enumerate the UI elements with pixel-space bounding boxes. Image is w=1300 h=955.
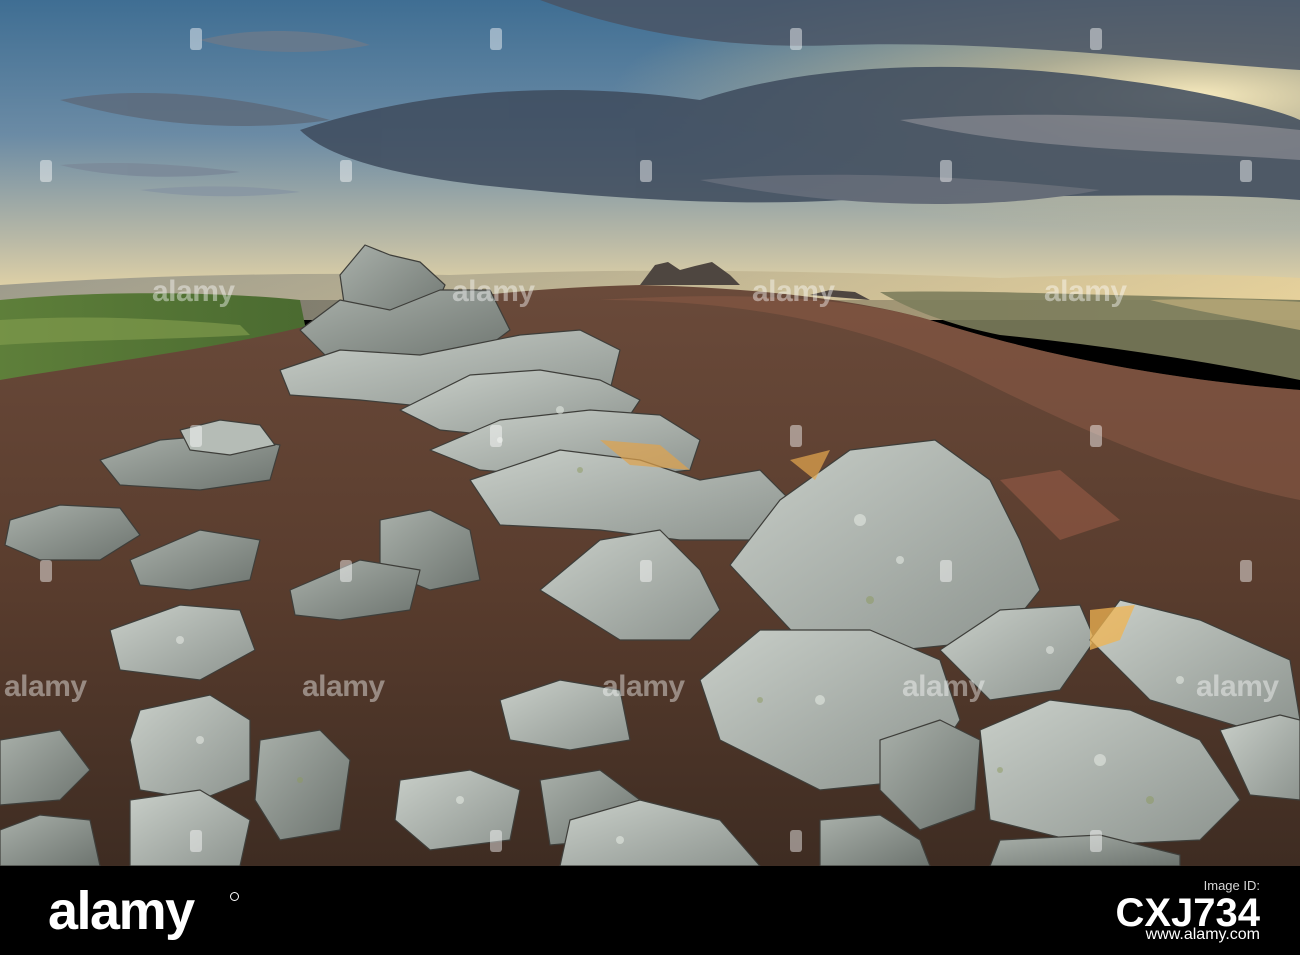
watermark-mark: [190, 28, 202, 50]
watermark-mark: [340, 560, 352, 582]
watermark-mark: [1090, 28, 1102, 50]
site-url: www.alamy.com: [1145, 926, 1260, 943]
watermark-mark: [490, 425, 502, 447]
watermark-mark: [40, 560, 52, 582]
watermark-text: alamy: [1196, 670, 1279, 703]
watermark-mark: [640, 160, 652, 182]
watermark-mark: [190, 425, 202, 447]
watermark-mark: [40, 160, 52, 182]
watermark-mark: [1240, 560, 1252, 582]
watermark-text: alamy: [752, 275, 835, 308]
watermark-text: alamy: [302, 670, 385, 703]
watermark-mark: [1240, 160, 1252, 182]
watermark-mark: [190, 830, 202, 852]
watermark-mark: [640, 560, 652, 582]
watermark-mark: [490, 830, 502, 852]
brand-logo: alamy: [48, 881, 195, 941]
watermark-mark: [1090, 830, 1102, 852]
watermark-text: alamy: [602, 670, 685, 703]
image-frame: alamy alamy alamy alamy alamy alamy alam…: [0, 0, 1300, 955]
registered-mark-icon: [230, 892, 239, 901]
watermark-mark: [790, 28, 802, 50]
watermark-text: alamy: [452, 275, 535, 308]
watermark-text: alamy: [902, 670, 985, 703]
watermark-mark: [1090, 425, 1102, 447]
watermark-mark: [790, 830, 802, 852]
watermark-mark: [340, 160, 352, 182]
landscape-photo: alamy alamy alamy alamy alamy alamy alam…: [0, 0, 1300, 866]
watermark-mark: [940, 160, 952, 182]
footer-bar: alamy Image ID: CXJ734 www.alamy.com: [0, 866, 1300, 955]
watermark-text: alamy: [1044, 275, 1127, 308]
watermark-mark: [490, 28, 502, 50]
watermark-mark: [940, 560, 952, 582]
watermark-mark: [790, 425, 802, 447]
watermark-text: alamy: [4, 670, 87, 703]
watermark-text: alamy: [152, 275, 235, 308]
